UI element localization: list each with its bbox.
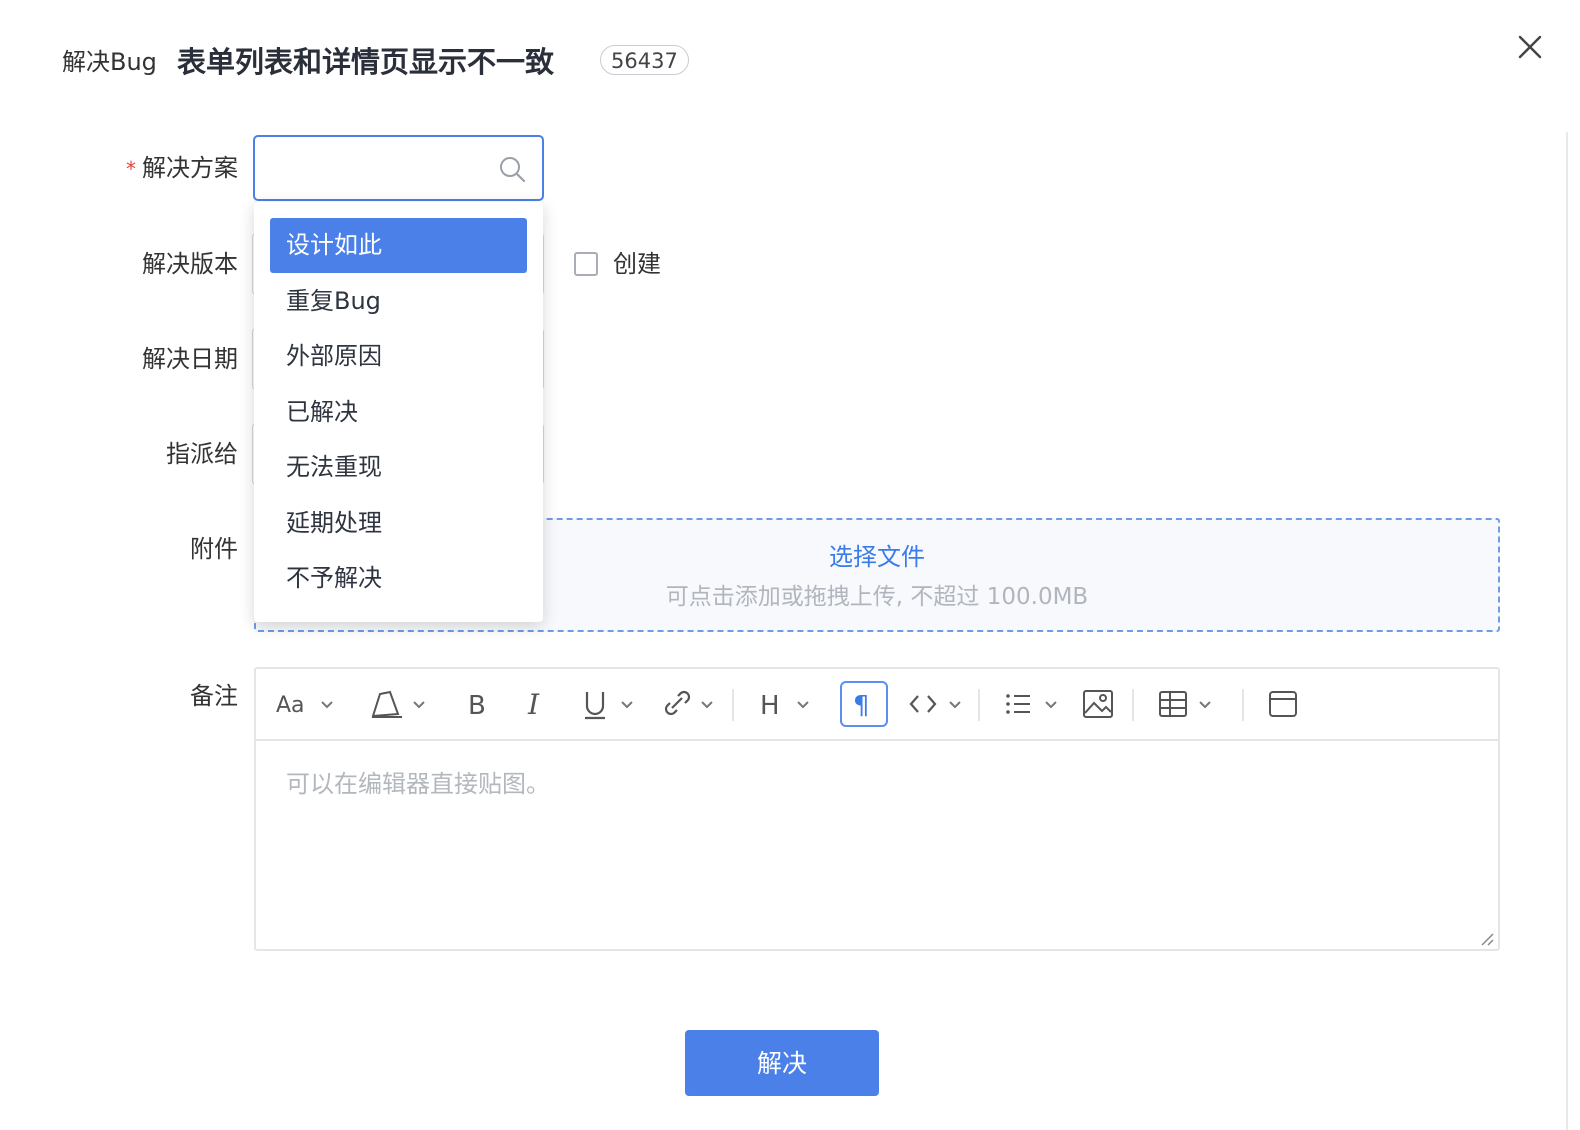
resize-handle-icon[interactable] [1480, 931, 1494, 946]
editor-toolbar: Aa B I H ¶ [256, 669, 1498, 741]
solution-option-wont-fix[interactable]: 不予解决 [270, 551, 527, 606]
close-icon[interactable] [1513, 30, 1547, 64]
search-icon [498, 155, 526, 183]
code-button[interactable] [908, 686, 966, 722]
italic-button[interactable]: I [524, 686, 550, 722]
svg-text:¶: ¶ [853, 691, 870, 719]
editor-placeholder: 可以在编辑器直接贴图。 [286, 770, 550, 798]
create-version-label[interactable]: 创建 [613, 247, 661, 281]
list-button[interactable] [1004, 686, 1062, 722]
solution-label: * 解决方案 [126, 151, 238, 186]
dialog-title: 表单列表和详情页显示不一致 [177, 45, 555, 79]
date-label: 解决日期 [142, 345, 238, 373]
svg-text:B: B [468, 691, 486, 721]
assign-label: 指派给 [166, 440, 238, 468]
solution-select[interactable] [253, 135, 544, 201]
svg-text:Aa: Aa [276, 693, 305, 718]
dialog-type-label: 解决Bug [62, 48, 157, 76]
solution-search-input[interactable] [269, 137, 503, 199]
toolbar-separator [978, 689, 980, 721]
layout-icon[interactable] [1268, 686, 1300, 722]
create-version-checkbox[interactable] [574, 252, 598, 276]
svg-text:I: I [527, 688, 540, 721]
image-icon[interactable] [1082, 686, 1114, 722]
solution-option-external[interactable]: 外部原因 [270, 329, 527, 384]
solution-option-fixed[interactable]: 已解决 [270, 385, 527, 440]
link-button[interactable] [660, 686, 718, 722]
solution-option-by-design[interactable]: 设计如此 [270, 218, 527, 273]
heading-button[interactable]: H [758, 686, 816, 722]
bug-id-badge: 56437 [600, 45, 689, 75]
toolbar-separator [732, 689, 734, 721]
solution-option-duplicate[interactable]: 重复Bug [270, 274, 527, 329]
solution-option-not-repro[interactable]: 无法重现 [270, 440, 527, 495]
resolve-button[interactable]: 解决 [685, 1030, 879, 1096]
attachment-label: 附件 [190, 535, 238, 563]
bold-button[interactable]: B [466, 686, 492, 722]
solution-option-postponed[interactable]: 延期处理 [270, 496, 527, 551]
required-mark: * [126, 157, 136, 181]
solution-dropdown: 设计如此 重复Bug 外部原因 已解决 无法重现 延期处理 不予解决 [254, 202, 543, 622]
toolbar-separator [1242, 689, 1244, 721]
toolbar-separator [1132, 689, 1134, 721]
version-label: 解决版本 [142, 250, 238, 278]
highlight-button[interactable] [368, 686, 430, 722]
paragraph-button[interactable]: ¶ [840, 681, 888, 727]
solution-label-text: 解决方案 [142, 154, 238, 182]
notes-editor[interactable]: Aa B I H ¶ 可以在编辑器直接贴图。 [254, 667, 1500, 951]
scrollbar-track[interactable] [1566, 132, 1568, 1130]
notes-label: 备注 [190, 682, 238, 710]
table-button[interactable] [1158, 686, 1216, 722]
svg-text:H: H [760, 691, 780, 721]
font-size-button[interactable]: Aa [276, 686, 336, 722]
underline-button[interactable] [582, 686, 638, 722]
